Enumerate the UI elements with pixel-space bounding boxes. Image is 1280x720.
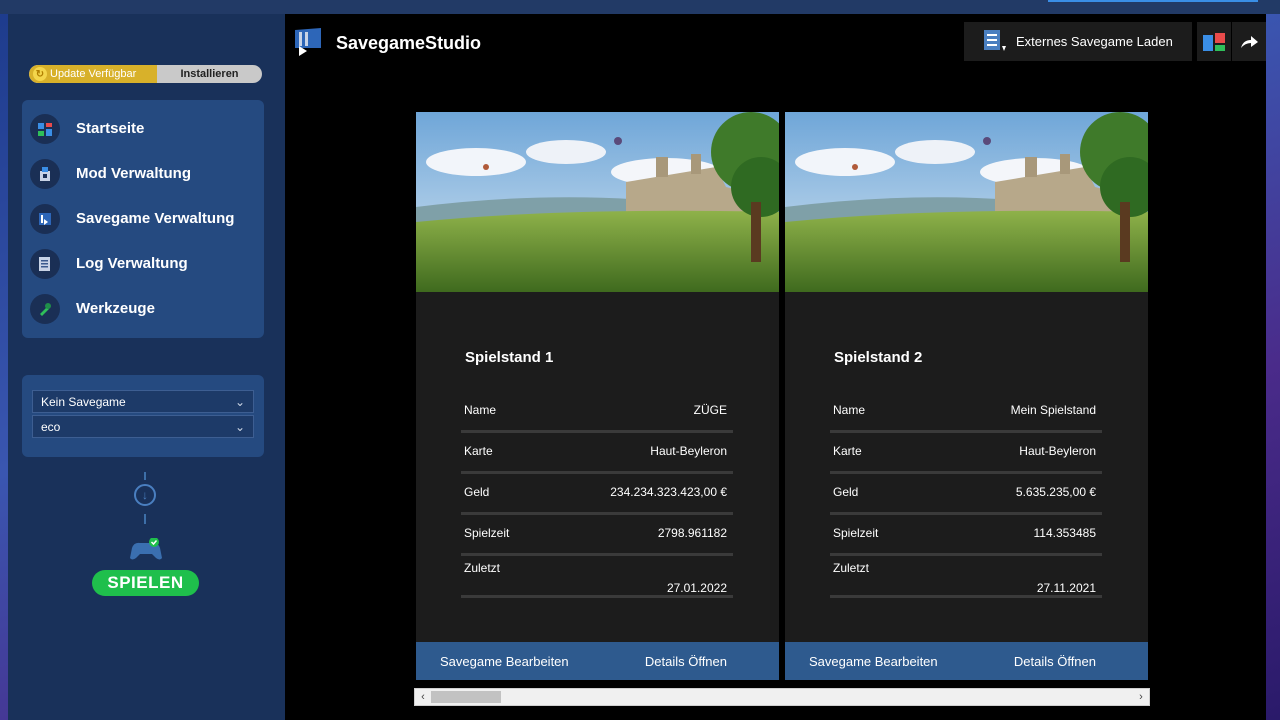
nav-panel: Startseite Mod Verwaltung Savegame Verwa… [22, 100, 264, 338]
detail-row-zuletzt: Zuletzt 27.11.2021 [830, 561, 1102, 598]
row-key: Karte [464, 444, 493, 458]
savegame-card: Spielstand 2 Name Mein Spielstand Karte … [785, 112, 1148, 680]
mod-icon [30, 158, 60, 189]
nav-label: Savegame Verwaltung [76, 210, 235, 227]
selection-panel: Kein Savegame ⌄ eco ⌄ [22, 375, 264, 457]
nav-item-werkzeuge[interactable]: Werkzeuge [22, 286, 264, 331]
profile-select-value: eco [41, 419, 61, 434]
gamepad-icon [130, 538, 162, 560]
nav-item-mod-verwaltung[interactable]: Mod Verwaltung [22, 151, 264, 196]
row-key: Spielzeit [464, 526, 510, 540]
row-value: 27.11.2021 [1036, 581, 1096, 595]
savegame-icon [30, 203, 60, 234]
share-icon [1241, 35, 1258, 48]
home-icon [30, 113, 60, 144]
document-download-icon [984, 29, 1006, 51]
detail-row-spielzeit: Spielzeit 2798.961182 [461, 526, 733, 556]
row-key: Spielzeit [833, 526, 879, 540]
open-details-button[interactable]: Details Öffnen [645, 654, 727, 669]
launch-section: ↓ SPIELEN [8, 470, 285, 610]
edit-savegame-button[interactable]: Savegame Bearbeiten [440, 654, 569, 669]
install-button[interactable]: Installieren [157, 65, 262, 83]
update-available[interactable]: ↻ Update Verfügbar [29, 65, 157, 83]
app-title: SavegameStudio [336, 33, 482, 53]
detail-row-karte: Karte Haut-Beyleron [830, 444, 1102, 474]
row-key: Geld [833, 485, 859, 499]
row-key: Zuletzt [833, 561, 870, 575]
main-content: SavegameStudio Externes Savegame Laden S… [285, 14, 1266, 720]
savegame-cards: Spielstand 1 Name ZÜGE Karte Haut-Beyler… [416, 112, 1149, 680]
download-icon: ↓ [134, 484, 156, 506]
row-value: 234.234.323.423,00 € [610, 485, 727, 499]
detail-row-geld: Geld 5.635.235,00 € [830, 485, 1102, 515]
load-external-label: Externes Savegame Laden [1016, 34, 1173, 49]
row-key: Geld [464, 485, 490, 499]
savegame-select[interactable]: Kein Savegame ⌄ [32, 390, 254, 413]
row-value: 114.353485 [1033, 526, 1096, 540]
nav-item-log-verwaltung[interactable]: Log Verwaltung [22, 241, 264, 286]
detail-row-name: Name Mein Spielstand [830, 403, 1102, 433]
detail-row-spielzeit: Spielzeit 114.353485 [830, 526, 1102, 556]
top-accent [1048, 0, 1258, 2]
tools-icon [30, 293, 60, 324]
profile-select[interactable]: eco ⌄ [32, 415, 254, 438]
share-button[interactable] [1232, 22, 1266, 61]
savegame-select-value: Kein Savegame [41, 394, 126, 409]
nav-label: Mod Verwaltung [76, 165, 192, 182]
play-button[interactable]: SPIELEN [92, 570, 199, 596]
chevron-down-icon: ⌄ [234, 394, 245, 409]
row-value: ZÜGE [693, 403, 727, 417]
log-icon [30, 248, 60, 279]
row-value: Mein Spielstand [1010, 403, 1096, 417]
row-key: Zuletzt [464, 561, 501, 575]
update-banner: ↻ Update Verfügbar Installieren [29, 65, 262, 83]
app-switch-button[interactable] [1197, 22, 1231, 61]
update-label: Update Verfügbar [50, 68, 137, 80]
edit-savegame-button[interactable]: Savegame Bearbeiten [809, 654, 938, 669]
row-key: Karte [833, 444, 862, 458]
nav-label: Startseite [76, 120, 145, 137]
savegame-thumbnail [416, 112, 779, 292]
card-footer: Savegame Bearbeiten Details Öffnen [416, 642, 779, 680]
row-value: 2798.961182 [657, 526, 727, 540]
load-external-savegame-button[interactable]: Externes Savegame Laden [964, 22, 1192, 61]
row-value: 5.635.235,00 € [1015, 485, 1096, 499]
main-header: SavegameStudio Externes Savegame Laden [285, 14, 1266, 74]
detail-row-name: Name ZÜGE [461, 403, 733, 433]
row-value: Haut-Beyleron [650, 444, 727, 458]
row-key: Name [833, 403, 866, 417]
desktop-edge [1266, 14, 1280, 720]
scroll-right-icon[interactable]: › [1133, 689, 1149, 705]
row-key: Name [464, 403, 497, 417]
nav-item-startseite[interactable]: Startseite [22, 106, 264, 151]
scrollbar-thumb[interactable] [431, 691, 501, 703]
app-logo-icon [295, 28, 321, 56]
nav-label: Log Verwaltung [76, 255, 188, 272]
card-footer: Savegame Bearbeiten Details Öffnen [785, 642, 1148, 680]
card-title: Spielstand 1 [465, 349, 554, 366]
row-value: Haut-Beyleron [1019, 444, 1096, 458]
connector-line [144, 472, 146, 480]
open-details-button[interactable]: Details Öffnen [1014, 654, 1096, 669]
detail-row-karte: Karte Haut-Beyleron [461, 444, 733, 474]
nav-label: Werkzeuge [76, 300, 155, 317]
sidebar: ↻ Update Verfügbar Installieren Startsei… [8, 14, 285, 720]
mod-studio-icon [1203, 32, 1225, 51]
chevron-down-icon: ⌄ [234, 419, 245, 434]
card-title: Spielstand 2 [834, 349, 923, 366]
savegame-card: Spielstand 1 Name ZÜGE Karte Haut-Beyler… [416, 112, 779, 680]
scroll-left-icon[interactable]: ‹ [415, 689, 431, 705]
nav-item-savegame-verwaltung[interactable]: Savegame Verwaltung [22, 196, 264, 241]
window-top-strip [0, 0, 1280, 14]
horizontal-scrollbar[interactable]: ‹ › [414, 688, 1150, 706]
row-value: 27.01.2022 [666, 581, 727, 595]
detail-row-zuletzt: Zuletzt 27.01.2022 [461, 561, 733, 598]
refresh-icon: ↻ [33, 67, 47, 81]
detail-row-geld: Geld 234.234.323.423,00 € [461, 485, 733, 515]
connector-line [144, 514, 146, 524]
savegame-thumbnail [785, 112, 1148, 292]
